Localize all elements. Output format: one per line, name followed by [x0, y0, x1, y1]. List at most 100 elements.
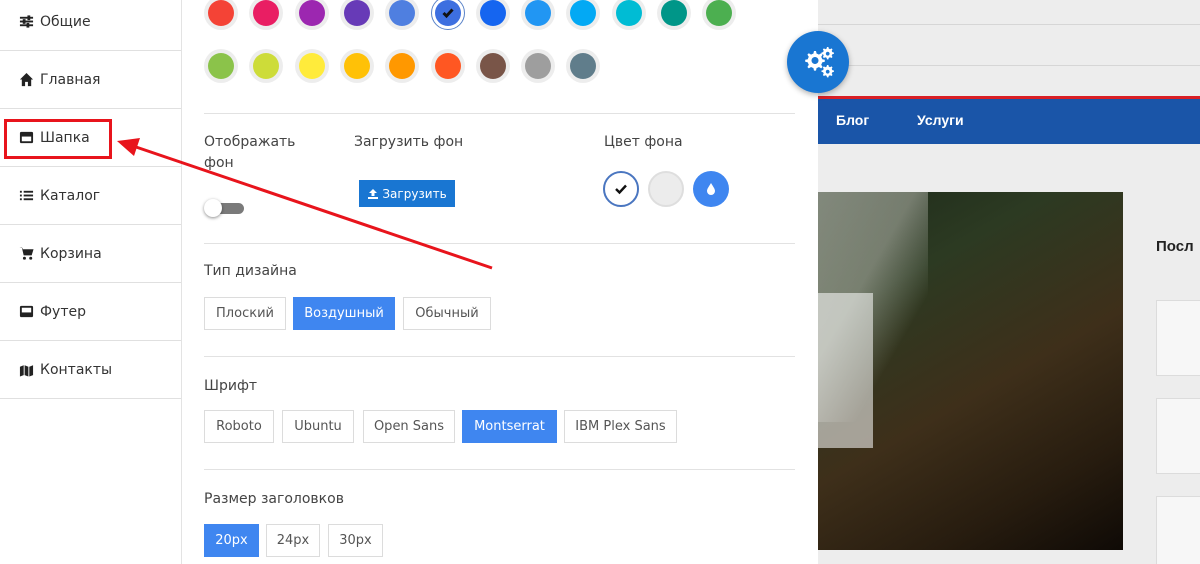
color-swatch[interactable] — [295, 49, 329, 83]
color-swatch[interactable] — [431, 0, 465, 30]
preview-nav-services: Услуги — [917, 112, 964, 128]
color-swatch[interactable] — [204, 49, 238, 83]
color-swatch-fill — [389, 53, 415, 79]
gears-icon — [805, 47, 834, 78]
color-swatch-fill — [525, 53, 551, 79]
heading-size-label: Размер заголовков — [204, 491, 344, 507]
list-icon — [18, 188, 34, 204]
sliders-icon — [18, 14, 34, 30]
sidebar-item-label: Общие — [40, 13, 91, 30]
preview-card — [1156, 398, 1200, 474]
color-swatch-fill — [525, 0, 551, 26]
color-swatch-fill — [616, 0, 642, 26]
footer-icon — [18, 304, 34, 320]
sidebar-item-cart[interactable]: Корзина — [0, 225, 181, 283]
color-swatch[interactable] — [702, 0, 736, 30]
color-swatch[interactable] — [521, 49, 555, 83]
color-swatch-fill — [208, 0, 234, 26]
font-option-montserrat[interactable]: Montserrat — [462, 410, 557, 443]
color-swatch[interactable] — [340, 0, 374, 30]
color-swatch-fill — [253, 53, 279, 79]
color-swatch[interactable] — [521, 0, 555, 30]
sidebar-item-label: Каталог — [40, 187, 101, 204]
preview-nav-bar: Блог Услуги — [818, 96, 1200, 144]
color-swatch[interactable] — [385, 0, 419, 30]
color-swatch[interactable] — [204, 0, 238, 30]
divider — [204, 469, 795, 470]
color-swatch[interactable] — [295, 0, 329, 30]
sidebar-item-footer[interactable]: Футер — [0, 283, 181, 341]
sidebar-item-catalog[interactable]: Каталог — [0, 167, 181, 225]
color-swatch-fill — [435, 53, 461, 79]
color-swatch[interactable] — [431, 49, 465, 83]
preview-divider — [818, 24, 1200, 25]
color-swatch-fill — [389, 0, 415, 26]
color-swatch[interactable] — [476, 0, 510, 30]
color-swatch[interactable] — [566, 49, 600, 83]
design-option-normal[interactable]: Обычный — [403, 297, 491, 330]
sidebar-item-general[interactable]: Общие — [0, 0, 181, 51]
settings-sidebar: Общие Главная Шапка Каталог Корзина Футе… — [0, 0, 182, 564]
preview-nav-blog: Блог — [836, 112, 870, 128]
home-icon — [18, 72, 34, 88]
show-bg-toggle[interactable] — [204, 199, 244, 217]
heading-size-30[interactable]: 30px — [328, 524, 383, 557]
design-option-flat[interactable]: Плоский — [204, 297, 286, 330]
settings-gear-button[interactable] — [787, 31, 849, 93]
color-swatch[interactable] — [385, 49, 419, 83]
droplet-icon — [707, 183, 715, 195]
color-swatch-fill — [480, 53, 506, 79]
color-swatch-fill — [253, 0, 279, 26]
divider — [204, 243, 795, 244]
color-swatch[interactable] — [476, 49, 510, 83]
color-swatch-fill — [706, 0, 732, 26]
design-option-airy[interactable]: Воздушный — [293, 297, 395, 330]
font-option-open-sans[interactable]: Open Sans — [363, 410, 455, 443]
bg-color-white[interactable] — [603, 171, 639, 207]
preview-heading: Посл — [1156, 238, 1194, 255]
color-swatch-fill — [570, 0, 596, 26]
heading-size-24[interactable]: 24px — [266, 524, 320, 557]
preview-divider — [818, 65, 1200, 66]
cart-icon — [18, 246, 34, 262]
color-swatch-fill — [570, 53, 596, 79]
upload-icon — [368, 188, 379, 199]
site-preview-background: Блог Услуги Посл — [818, 0, 1200, 564]
color-swatch-fill — [344, 53, 370, 79]
color-swatch-fill — [435, 0, 461, 26]
color-swatch[interactable] — [249, 0, 283, 30]
sidebar-item-contacts[interactable]: Контакты — [0, 341, 181, 399]
sidebar-item-label: Контакты — [40, 361, 113, 378]
font-option-roboto[interactable]: Roboto — [204, 410, 274, 443]
sidebar-item-main[interactable]: Главная — [0, 51, 181, 109]
upload-button-label: Загрузить — [382, 186, 447, 201]
bg-color-label: Цвет фона — [604, 134, 683, 150]
preview-image-overlay — [818, 293, 873, 448]
map-icon — [18, 362, 34, 378]
bg-color-custom[interactable] — [693, 171, 729, 207]
preview-card — [1156, 496, 1200, 564]
color-swatch[interactable] — [340, 49, 374, 83]
divider — [204, 356, 795, 357]
color-swatch[interactable] — [657, 0, 691, 30]
font-option-ibm-plex-sans[interactable]: IBM Plex Sans — [564, 410, 677, 443]
color-swatch-fill — [208, 53, 234, 79]
font-label: Шрифт — [204, 378, 258, 394]
color-swatch-fill — [661, 0, 687, 26]
color-swatch[interactable] — [249, 49, 283, 83]
color-swatch[interactable] — [566, 0, 600, 30]
bg-color-gray[interactable] — [648, 171, 684, 207]
toggle-knob — [204, 199, 222, 217]
check-icon — [615, 184, 627, 195]
font-option-ubuntu[interactable]: Ubuntu — [282, 410, 354, 443]
sidebar-item-label: Главная — [40, 71, 101, 88]
upload-button[interactable]: Загрузить — [359, 180, 455, 207]
divider — [204, 113, 795, 114]
heading-size-20[interactable]: 20px — [204, 524, 259, 557]
color-swatch[interactable] — [612, 0, 646, 30]
upload-bg-label: Загрузить фон — [354, 134, 464, 150]
preview-card — [1156, 300, 1200, 376]
sidebar-item-label: Корзина — [40, 245, 102, 262]
color-swatch-fill — [299, 0, 325, 26]
header-settings-panel: Отображать фон Загрузить фон Загрузить Ц… — [182, 0, 818, 564]
